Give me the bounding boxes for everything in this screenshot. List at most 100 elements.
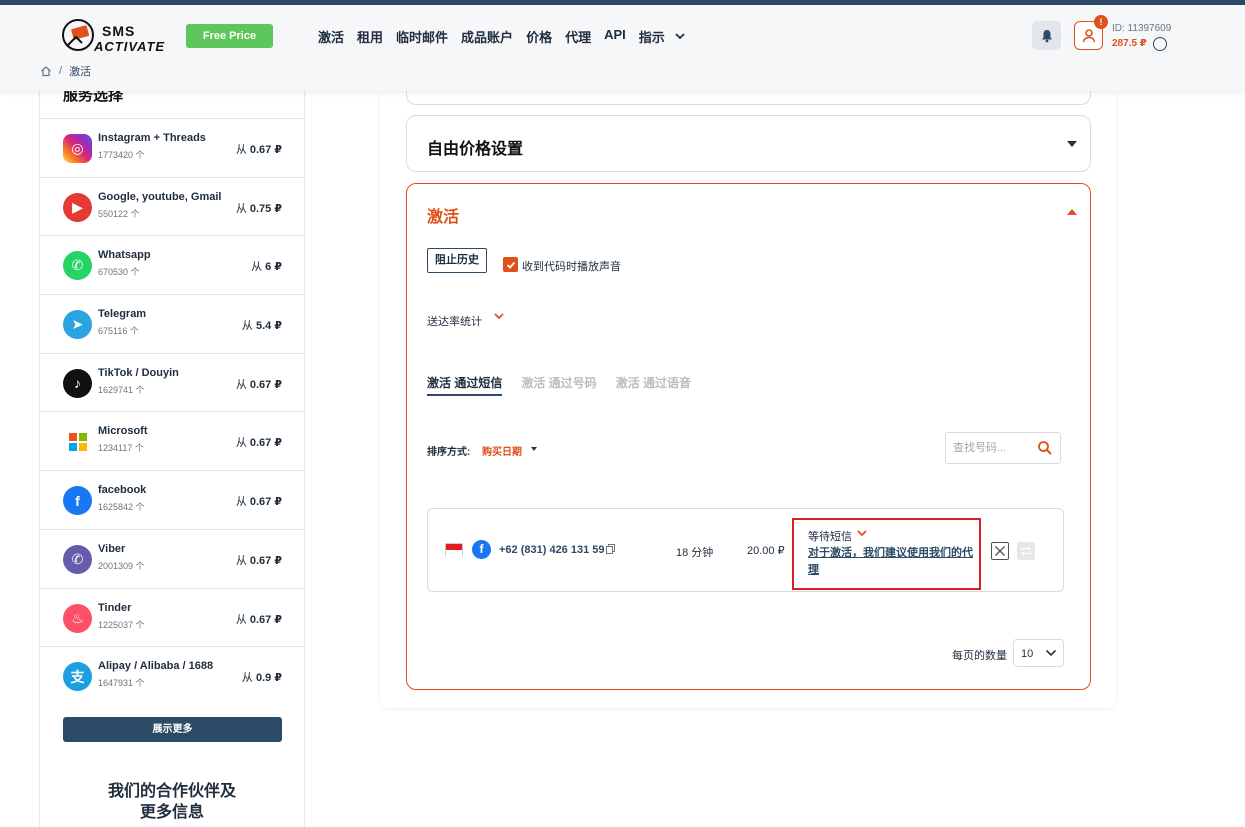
service-name: Instagram + Threads: [98, 132, 206, 144]
service-item[interactable]: f facebook 1625842 个 从 0.67 ₽: [40, 470, 304, 529]
service-item[interactable]: ◎ Instagram + Threads 1773420 个 从 0.67 ₽: [40, 118, 304, 177]
viber-icon: ✆: [63, 544, 92, 574]
nav-prices[interactable]: 价格: [526, 27, 552, 46]
cancel-number-button[interactable]: [991, 542, 1009, 560]
service-count: 1225037 个: [98, 619, 145, 630]
per-page-label: 每页的数量: [952, 650, 1007, 662]
service-price: 从 0.67 ₽: [236, 611, 282, 627]
phone-number[interactable]: +62 (831) 426 131 59: [499, 544, 605, 556]
sound-label: 收到代码时播放声音: [522, 261, 621, 273]
service-item[interactable]: 支 Alipay / Alibaba / 1688 1647931 个 从 0.9 ₽: [40, 646, 304, 705]
service-count: 550122 个: [98, 208, 140, 219]
service-item[interactable]: ✆ Whatsapp 670530 个 从 6 ₽: [40, 235, 304, 294]
service-count: 675116 个: [98, 326, 139, 337]
service-count: 2001309 个: [98, 560, 145, 571]
tab-voice[interactable]: 激活 通过语音: [616, 374, 691, 396]
nav-instructions[interactable]: 指示: [639, 27, 665, 46]
check-icon: [506, 261, 515, 269]
price-prefix: 从: [251, 261, 263, 274]
free-price-button[interactable]: Free Price: [186, 24, 273, 48]
partners-line-1: 我们的合作伙伴及: [107, 783, 236, 800]
price-prefix: 从: [235, 144, 247, 156]
delivery-stats-toggle[interactable]: 送达率统计: [427, 313, 482, 329]
price-prefix: 从: [235, 378, 247, 391]
service-sidebar: 服务选择 ◎ Instagram + Threads 1773420 个从 0.67…: [39, 87, 305, 827]
service-count: 1234117 个: [98, 443, 144, 454]
price-value: 0.67 ₽: [249, 613, 282, 626]
search-icon[interactable]: [1037, 440, 1053, 456]
nav-rent[interactable]: 租用: [357, 27, 383, 46]
service-name: Whatsapp: [98, 249, 151, 262]
sound-checkbox[interactable]: [503, 257, 518, 272]
caret-down-icon[interactable]: [531, 447, 537, 451]
price-value: 0.9 ₽: [255, 672, 282, 685]
show-more-button[interactable]: 展示更多: [63, 717, 282, 742]
service-price: 从 0.75 ₽: [236, 200, 282, 216]
whatsapp-icon: ✆: [63, 251, 92, 281]
chevron-down-icon: [1045, 649, 1057, 657]
service-name: Google, youtube, Gmail: [98, 190, 222, 203]
block-history-button[interactable]: 阻止历史: [427, 248, 487, 273]
activation-title[interactable]: 激活: [427, 203, 459, 227]
breadcrumb-separator: /: [59, 65, 63, 77]
service-item[interactable]: ♪ TikTok / Douyin 1629741 个 从 0.67 ₽: [40, 352, 304, 412]
price-value: 0.67 ₽: [249, 378, 282, 391]
tab-number[interactable]: 激活 通过号码: [521, 374, 596, 396]
price-prefix: 从: [235, 613, 247, 626]
tab-sms[interactable]: 激活 通过短信: [427, 374, 503, 396]
service-item[interactable]: ▶ Google, youtube, Gmail 550122 个 从 0.75 ₽: [40, 176, 304, 236]
service-price: 从 0.67 ₽: [236, 141, 282, 157]
balance[interactable]: 287.5 ₽: [1112, 38, 1147, 49]
nav-accounts[interactable]: 成品账户: [461, 27, 513, 46]
price-prefix: 从: [235, 437, 247, 450]
nav-api[interactable]: API: [604, 27, 626, 46]
nav-proxy[interactable]: 代理: [565, 27, 591, 46]
status-waiting-sms: 等待短信: [808, 531, 852, 543]
service-price: 从 0.67 ₽: [236, 552, 282, 568]
breadcrumb: / 激活: [40, 63, 91, 79]
indonesia-flag-icon: [445, 543, 463, 556]
partners-heading: 我们的合作伙伴及 更多信息: [40, 781, 304, 823]
service-price: 从 0.67 ₽: [236, 376, 282, 392]
free-price-settings-accordion[interactable]: 自由价格设置: [406, 115, 1091, 172]
search-input[interactable]: [953, 442, 1037, 454]
status-highlight: 等待短信 对于激活，我们建议使用我们的代理: [792, 518, 981, 590]
service-count: 1773420 个: [98, 150, 145, 160]
price-value: 0.67 ₽: [249, 437, 282, 450]
home-icon[interactable]: [40, 65, 52, 77]
service-name: Alipay / Alibaba / 1688: [98, 660, 214, 673]
service-price: 从 0.67 ₽: [236, 434, 282, 450]
sort-dropdown[interactable]: 购买日期: [482, 443, 522, 458]
notifications-button[interactable]: [1032, 21, 1061, 50]
service-item[interactable]: ✆ Viber 2001309 个 从 0.67 ₽: [40, 528, 304, 588]
service-count: 1629741 个: [98, 384, 145, 395]
service-item[interactable]: ♨ Tinder 1225037 个 从 0.67 ₽: [40, 587, 304, 647]
facebook-icon: f: [63, 486, 92, 516]
youtube-icon: ▶: [63, 192, 92, 222]
service-item[interactable]: ➤ Telegram 675116 个 从 5.4 ₽: [40, 294, 304, 353]
copy-icon[interactable]: [606, 544, 615, 554]
logo-text-activate: ACTIVATE: [94, 39, 166, 54]
service-item[interactable]: Microsoft 1234117 个 从 0.67 ₽: [40, 411, 304, 470]
free-price-settings-title: 自由价格设置: [427, 141, 524, 158]
price-prefix: 从: [235, 554, 247, 567]
caret-up-icon[interactable]: [1067, 209, 1077, 215]
price-value: 5.4 ₽: [255, 320, 282, 333]
logo[interactable]: SMS ACTIVATE: [60, 13, 170, 57]
chevron-down-icon[interactable]: [674, 30, 686, 42]
service-price: 从 6 ₽: [251, 258, 282, 274]
proxy-recommendation-link[interactable]: 对于激活，我们建议使用我们的代理: [808, 545, 973, 579]
chevron-down-icon[interactable]: [856, 527, 868, 539]
chevron-down-icon[interactable]: [493, 310, 505, 322]
service-price: 从 0.67 ₽: [236, 493, 282, 509]
instagram-icon: ◎: [63, 134, 92, 163]
price-prefix: 从: [235, 202, 247, 215]
nav-activation[interactable]: 激活: [318, 27, 344, 46]
repeat-button[interactable]: [1017, 542, 1035, 560]
service-price: 从 0.9 ₽: [242, 669, 282, 685]
price-prefix: 从: [241, 672, 253, 685]
balance-refresh-icon[interactable]: [1153, 37, 1167, 51]
main-nav: 激活 租用 临时邮件 成品账户 价格 代理 API 指示: [318, 27, 686, 46]
nav-temp-mail[interactable]: 临时邮件: [396, 27, 448, 46]
per-page-select[interactable]: 10: [1013, 639, 1064, 667]
